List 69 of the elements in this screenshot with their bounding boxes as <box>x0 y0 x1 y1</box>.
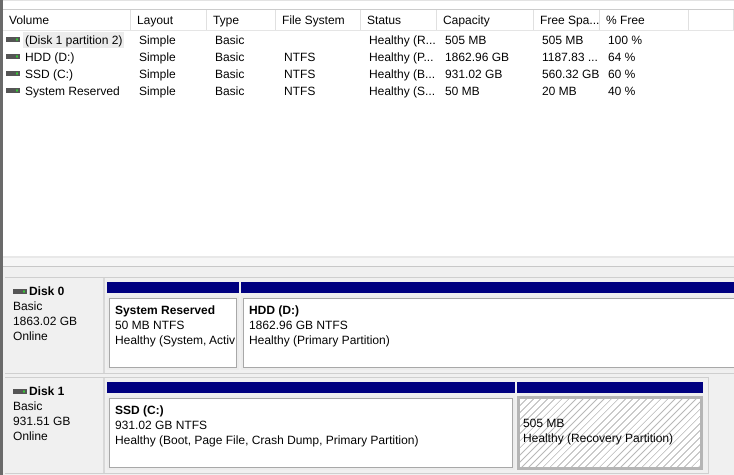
partition-status: Healthy (Primary Partition) <box>249 333 390 348</box>
table-cell: NTFS <box>284 66 316 80</box>
table-cell: Simple <box>139 84 176 98</box>
table-cell: Healthy (S... <box>369 84 436 98</box>
table-cell: Basic <box>215 66 244 80</box>
table-cell: Healthy (P... <box>369 50 434 64</box>
partition-status: Healthy (System, Activ <box>115 333 236 348</box>
disk-status: Online <box>13 429 49 444</box>
partition-size: 505 MB <box>523 416 564 431</box>
drive-icon <box>6 37 20 42</box>
column-header[interactable]: Status <box>361 10 437 30</box>
table-cell: Simple <box>139 66 176 80</box>
column-header[interactable]: Layout <box>131 10 207 30</box>
table-cell: Healthy (R... <box>369 32 436 46</box>
drive-icon <box>6 88 20 93</box>
pane-splitter[interactable] <box>3 256 734 267</box>
volume-name[interactable]: (Disk 1 partition 2) <box>23 32 124 48</box>
volume-name[interactable]: SSD (C:) <box>23 66 75 82</box>
drive-icon <box>13 289 27 294</box>
table-cell: Basic <box>215 84 244 98</box>
partition-block[interactable]: System Reserved 50 MB NTFS Healthy (System, Activ <box>107 296 239 370</box>
disk-type: Basic <box>13 399 44 414</box>
partition-size: 1862.96 GB NTFS <box>249 318 348 333</box>
table-cell: Basic <box>215 50 244 64</box>
column-header[interactable]: Volume <box>3 10 131 30</box>
column-header[interactable]: Capacity <box>437 10 534 30</box>
table-cell: 40 % <box>608 84 636 98</box>
table-cell: 50 MB <box>445 84 480 98</box>
partition-block[interactable]: SSD (C:) 931.02 GB NTFS Healthy (Boot, Page File, Crash Dump, Primary Partition) <box>107 396 515 470</box>
disk-name: Disk 1 <box>29 384 64 399</box>
column-header[interactable]: File System <box>276 10 361 30</box>
disk-status: Online <box>13 329 49 344</box>
drive-icon <box>6 71 20 76</box>
disk-name: Disk 0 <box>29 284 64 299</box>
table-cell: 60 % <box>608 66 636 80</box>
disk-size: 931.51 GB <box>13 414 72 429</box>
table-cell: Simple <box>139 32 176 46</box>
table-cell: Healthy (B... <box>369 66 436 80</box>
table-cell: Basic <box>215 32 244 46</box>
partition-block[interactable]: HDD (D:) 1862.96 GB NTFS Healthy (Primary Partition) <box>241 296 734 370</box>
table-cell: Simple <box>139 50 176 64</box>
disk-type: Basic <box>13 299 44 314</box>
partition-name: SSD (C:) <box>115 403 164 418</box>
table-cell: NTFS <box>284 50 316 64</box>
table-cell: 505 MB <box>445 32 486 46</box>
table-cell: NTFS <box>284 84 316 98</box>
table-cell: 1187.83 ... <box>542 50 598 64</box>
table-cell: 20 MB <box>542 84 577 98</box>
column-header[interactable]: % Free <box>600 10 689 30</box>
partition-status: Healthy (Recovery Partition) <box>523 431 674 446</box>
table-cell: 100 % <box>608 32 642 46</box>
table-cell: 64 % <box>608 50 636 64</box>
column-header[interactable]: Free Spa... <box>534 10 600 30</box>
disk-size: 1863.02 GB <box>13 314 78 329</box>
partition-name: HDD (D:) <box>249 303 299 318</box>
table-cell: 505 MB <box>542 32 584 46</box>
column-header[interactable]: Type <box>207 10 276 30</box>
table-cell: 1862.96 GB <box>445 50 510 64</box>
volume-name[interactable]: HDD (D:) <box>23 48 76 64</box>
drive-icon <box>13 389 27 394</box>
table-cell: 560.32 GB <box>542 66 600 80</box>
partition-status: Healthy (Boot, Page File, Crash Dump, Primary Partition) <box>115 433 418 448</box>
partition-size: 931.02 GB NTFS <box>115 418 208 433</box>
partition-block[interactable]: 505 MB Healthy (Recovery Partition) <box>517 396 703 470</box>
drive-icon <box>6 54 20 59</box>
partition-name: System Reserved <box>115 303 216 318</box>
table-cell: 931.02 GB <box>445 66 502 80</box>
partition-size: 50 MB NTFS <box>115 318 184 333</box>
volume-name[interactable]: System Reserved <box>23 82 122 98</box>
